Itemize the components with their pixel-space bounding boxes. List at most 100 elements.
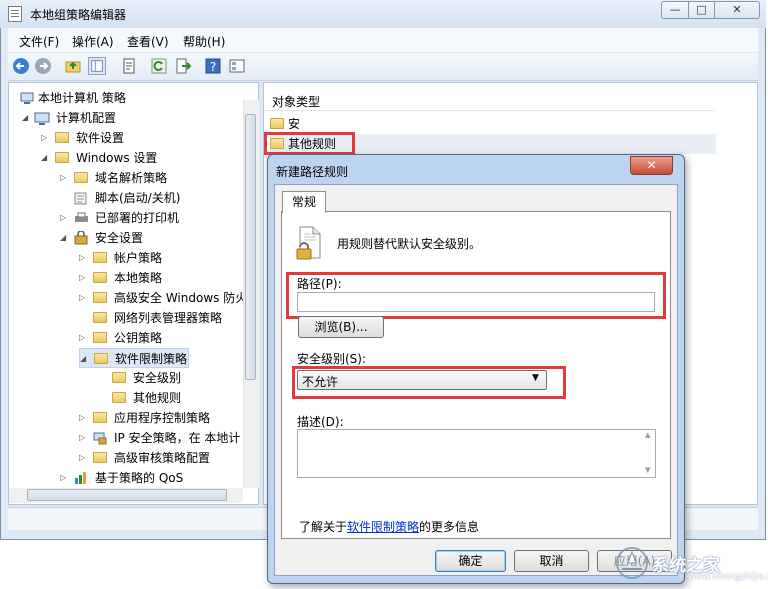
folder-icon: [93, 452, 107, 463]
srp-help-link[interactable]: 软件限制策略: [347, 520, 419, 534]
properties-icon[interactable]: [120, 57, 138, 75]
refresh-icon[interactable]: [150, 57, 168, 75]
folder-lock-icon: [93, 272, 107, 283]
menu-bar: 文件(F) 操作(A) 查看(V) 帮助(H): [8, 28, 758, 52]
folder-icon: [112, 372, 126, 383]
close-button[interactable]: ✕: [714, 1, 760, 19]
window-title: 本地组策略编辑器: [30, 8, 127, 22]
app-icon: [8, 6, 22, 22]
folder-icon: [74, 172, 88, 183]
document-lock-icon: [296, 226, 321, 260]
tree-label: 高级审核策略配置: [114, 451, 211, 465]
folder-icon: [93, 332, 107, 343]
collapsed-arrow-icon[interactable]: ▷: [79, 328, 87, 348]
computer-icon: [20, 92, 34, 104]
rule-description: 用规则替代默认安全级别。: [337, 237, 482, 251]
folder-icon: [112, 392, 126, 403]
menu-help[interactable]: 帮助(H): [183, 33, 225, 50]
minimize-button[interactable]: —: [661, 1, 689, 19]
cancel-button[interactable]: 取消: [514, 550, 589, 572]
tree-label: 帐户策略: [114, 251, 163, 265]
tree-label: 基于策略的 QoS: [95, 471, 184, 485]
collapsed-arrow-icon[interactable]: ▷: [41, 128, 49, 148]
folder-icon: [55, 132, 69, 143]
toolbar: ?: [8, 53, 758, 81]
tree-label: 网络列表管理器策略: [114, 311, 223, 325]
folder-icon: [93, 292, 107, 303]
tree-scroll-thumb[interactable]: [245, 114, 256, 380]
printer-icon: [75, 212, 88, 222]
info-line: 了解关于软件限制策略的更多信息: [299, 518, 479, 535]
collapsed-arrow-icon[interactable]: ▷: [60, 468, 68, 488]
show-tree-icon[interactable]: [88, 57, 106, 75]
highlight-box: [292, 366, 566, 399]
tree-label: 计算机配置: [56, 111, 117, 125]
browse-button[interactable]: 浏览(B)...: [298, 316, 384, 338]
folder-icon: [270, 118, 284, 129]
back-icon[interactable]: [12, 57, 30, 75]
tree-label: IP 安全策略，在 本地计: [114, 431, 241, 445]
folder-icon: [93, 412, 107, 423]
column-header[interactable]: 对象类型: [264, 90, 714, 111]
scroll-up-icon[interactable]: ▲: [645, 431, 650, 439]
folder-icon: [55, 152, 69, 163]
tree-label: 软件设置: [76, 131, 125, 145]
collapsed-arrow-icon[interactable]: ▷: [79, 268, 87, 288]
tree-label: 应用程序控制策略: [114, 411, 211, 425]
description-label: 描述(D):: [297, 415, 344, 429]
menu-action[interactable]: 操作(A): [72, 33, 114, 50]
qos-chart-icon: [75, 472, 86, 484]
description-textarea[interactable]: [297, 429, 656, 478]
computer-config-icon: [34, 112, 50, 125]
help-icon[interactable]: ?: [204, 57, 222, 75]
ip-security-icon: [93, 432, 107, 445]
tree-label: 其他规则: [133, 391, 182, 405]
highlight-box: [264, 132, 355, 155]
tree-label: 本地策略: [114, 271, 163, 285]
collapsed-arrow-icon[interactable]: ▷: [79, 448, 87, 468]
menu-view[interactable]: 查看(V): [127, 33, 169, 50]
export-icon[interactable]: [174, 57, 192, 75]
tree-label: Windows 设置: [76, 151, 158, 165]
scroll-down-icon[interactable]: ▼: [645, 466, 650, 474]
menu-file[interactable]: 文件(F): [19, 33, 59, 50]
collapsed-arrow-icon[interactable]: ▷: [60, 168, 68, 188]
tree-srp[interactable]: ◢ 软件限制策略: [79, 348, 189, 368]
tree-hscroll-thumb[interactable]: [27, 489, 227, 501]
forward-icon[interactable]: [34, 57, 52, 75]
dialog-close-button[interactable]: ✕: [630, 156, 673, 175]
maximize-button[interactable]: □: [688, 1, 715, 19]
svg-text:?: ?: [210, 60, 216, 74]
info-prefix: 了解关于: [299, 520, 348, 534]
expanded-arrow-icon[interactable]: ◢: [80, 349, 88, 369]
collapsed-arrow-icon[interactable]: ▷: [79, 408, 87, 428]
collapsed-arrow-icon[interactable]: ▷: [79, 288, 87, 308]
collapsed-arrow-icon[interactable]: ▷: [60, 208, 68, 228]
tree-label: 安全设置: [95, 231, 144, 245]
tree-label: 软件限制策略: [115, 352, 188, 366]
expanded-arrow-icon[interactable]: ◢: [41, 148, 49, 168]
collapsed-arrow-icon[interactable]: ▷: [79, 428, 87, 448]
folder-lock-icon: [93, 252, 107, 263]
ok-button[interactable]: 确定: [435, 550, 506, 572]
info-suffix: 的更多信息: [419, 520, 480, 534]
script-icon: [74, 192, 87, 205]
tree-label: 本地计算机 策略: [38, 91, 126, 105]
column-header-label: 对象类型: [272, 95, 321, 109]
folder-icon: [93, 312, 107, 323]
watermark-url: www.xitongzhijia.net: [688, 572, 768, 582]
security-level-label: 安全级别(S):: [297, 352, 367, 366]
tab-general[interactable]: 常规: [282, 191, 326, 213]
security-settings-icon: [74, 231, 88, 245]
tree-label: 高级安全 Windows 防火: [114, 291, 248, 305]
expanded-arrow-icon[interactable]: ◢: [22, 108, 30, 128]
filter-icon[interactable]: [228, 57, 246, 75]
folder-open-icon: [94, 353, 108, 364]
tree-label: 域名解析策略: [95, 171, 168, 185]
expanded-arrow-icon[interactable]: ◢: [60, 228, 68, 248]
up-folder-icon[interactable]: [64, 57, 82, 75]
tree-label: 脚本(启动/关机): [95, 191, 181, 205]
collapsed-arrow-icon[interactable]: ▷: [79, 248, 87, 268]
tree-label: 已部署的打印机: [95, 211, 180, 225]
tree-label: 安全级别: [133, 371, 182, 385]
